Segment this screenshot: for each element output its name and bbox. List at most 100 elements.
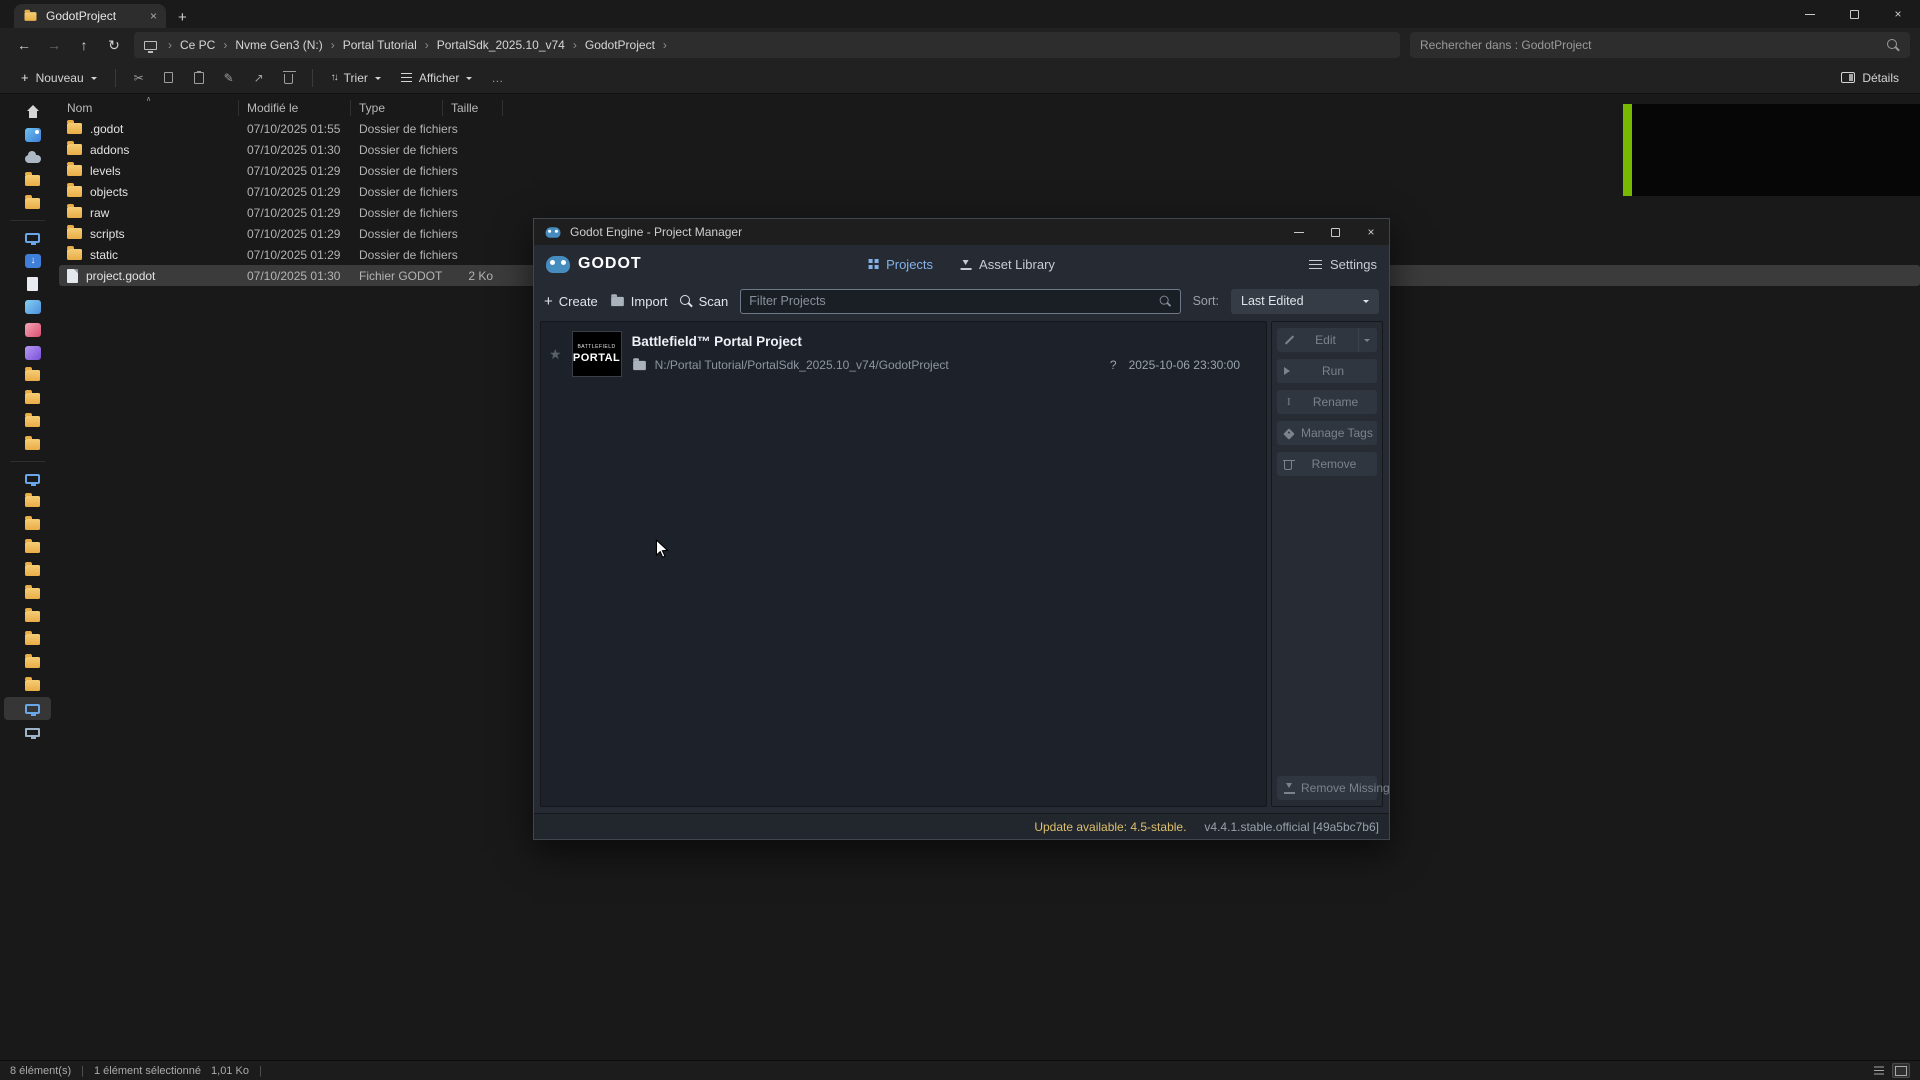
breadcrumb-item[interactable]: Portal Tutorial xyxy=(340,38,420,52)
downloads-icon xyxy=(25,254,41,268)
project-entry[interactable]: ★ BATTLEFIELD PORTAL Battlefield™ Portal… xyxy=(541,322,1266,386)
details-pane-button[interactable]: Détails xyxy=(1832,65,1908,91)
minimize-button[interactable] xyxy=(1788,0,1832,28)
sidebar-item-pictures[interactable] xyxy=(4,295,51,318)
view-button[interactable]: Afficher xyxy=(392,65,481,91)
sidebar-item-folder[interactable] xyxy=(4,513,51,536)
sidebar-item-folder[interactable] xyxy=(4,582,51,605)
godot-title-bar[interactable]: Godot Engine - Project Manager × xyxy=(534,219,1389,245)
tab-asset-library[interactable]: Asset Library xyxy=(961,257,1055,272)
cut-button[interactable]: ✂ xyxy=(125,65,153,91)
sort-dropdown[interactable]: Last Edited xyxy=(1231,289,1379,314)
sidebar-item-music[interactable] xyxy=(4,318,51,341)
explorer-search-input[interactable] xyxy=(1420,38,1879,52)
sidebar-item-onedrive[interactable] xyxy=(4,146,51,169)
godot-minimize-button[interactable] xyxy=(1281,219,1317,245)
sidebar-item-videos[interactable] xyxy=(4,341,51,364)
sidebar-item-desktop[interactable] xyxy=(4,226,51,249)
sidebar-item-folder[interactable] xyxy=(4,674,51,697)
sidebar-item-folder[interactable] xyxy=(4,536,51,559)
run-button[interactable]: Run xyxy=(1277,359,1377,383)
copy-button[interactable] xyxy=(155,65,183,91)
sidebar-item-downloads[interactable] xyxy=(4,249,51,272)
remove-button[interactable]: Remove xyxy=(1277,452,1377,476)
sidebar-item-folder[interactable] xyxy=(4,651,51,674)
sidebar-item-folder[interactable] xyxy=(4,192,51,215)
project-path: N:/Portal Tutorial/PortalSdk_2025.10_v74… xyxy=(655,358,949,372)
close-button[interactable]: × xyxy=(1876,0,1920,28)
sidebar-item-folder[interactable] xyxy=(4,628,51,651)
filter-projects-box[interactable] xyxy=(740,289,1180,314)
sidebar-item-folder[interactable] xyxy=(4,605,51,628)
sidebar-item-folder[interactable] xyxy=(4,559,51,582)
create-button[interactable]: + Create xyxy=(544,294,598,309)
chevron-down-icon[interactable] xyxy=(1358,328,1370,352)
sidebar-item-desktop[interactable] xyxy=(4,697,51,720)
scan-button[interactable]: Scan xyxy=(680,294,729,309)
share-button[interactable]: ↗ xyxy=(245,65,273,91)
favorite-star-icon[interactable]: ★ xyxy=(549,346,562,363)
sidebar-item-network[interactable] xyxy=(4,720,51,743)
breadcrumb-item[interactable]: Ce PC xyxy=(177,38,218,52)
filter-projects-input[interactable] xyxy=(749,294,1152,308)
godot-maximize-button[interactable] xyxy=(1317,219,1353,245)
list-view-toggle[interactable] xyxy=(1870,1063,1888,1078)
sidebar-item-documents[interactable] xyxy=(4,272,51,295)
sidebar-item-folder[interactable] xyxy=(4,387,51,410)
godot-project-manager-window: Godot Engine - Project Manager × GODOT P… xyxy=(533,218,1390,840)
rename-button[interactable]: ✎ xyxy=(215,65,243,91)
column-header-nom[interactable]: Nom xyxy=(59,100,239,116)
back-button[interactable]: ← xyxy=(10,32,38,58)
column-header-modifi-le[interactable]: Modifié le xyxy=(239,100,351,116)
explorer-tab[interactable]: GodotProject × xyxy=(14,4,166,28)
settings-button[interactable]: Settings xyxy=(1309,257,1377,272)
breadcrumb-item[interactable]: Nvme Gen3 (N:) xyxy=(232,38,325,52)
column-header-type[interactable]: Type xyxy=(351,100,443,116)
breadcrumb-item[interactable]: PortalSdk_2025.10_v74 xyxy=(434,38,568,52)
details-view-toggle[interactable] xyxy=(1892,1063,1910,1078)
edit-button[interactable]: Edit xyxy=(1277,328,1377,352)
tab-close-icon[interactable]: × xyxy=(150,9,157,23)
sidebar-item-folder[interactable] xyxy=(4,490,51,513)
sidebar-item-folder[interactable] xyxy=(4,433,51,456)
sidebar-item-folder[interactable] xyxy=(4,364,51,387)
breadcrumb[interactable]: › Ce PC›Nvme Gen3 (N:)›Portal Tutorial›P… xyxy=(134,32,1400,58)
item-count: 8 élément(s) xyxy=(10,1065,71,1077)
up-button[interactable]: ↑ xyxy=(70,32,98,58)
version-label[interactable]: v4.4.1.stable.official [49a5bc7b6] xyxy=(1204,820,1379,834)
godot-footer: Update available: 4.5-stable. v4.4.1.sta… xyxy=(534,813,1389,839)
sidebar-item-folder[interactable] xyxy=(4,169,51,192)
sidebar-item-pc[interactable] xyxy=(4,467,51,490)
import-button[interactable]: Import xyxy=(610,294,668,309)
paste-button[interactable] xyxy=(185,65,213,91)
sidebar-item-folder[interactable] xyxy=(4,410,51,433)
gallery-icon xyxy=(25,128,41,142)
remove-missing-button[interactable]: Remove Missing xyxy=(1277,776,1377,800)
sort-button[interactable]: ↑↓ Trier xyxy=(322,65,390,91)
onedrive-icon xyxy=(25,155,41,163)
refresh-button[interactable]: ↻ xyxy=(100,32,128,58)
update-available-link[interactable]: Update available: 4.5-stable. xyxy=(1034,820,1186,834)
more-options-button[interactable]: … xyxy=(483,65,511,91)
status-separator: | xyxy=(81,1065,84,1077)
sidebar-separator xyxy=(10,220,45,221)
tab-projects[interactable]: Projects xyxy=(868,257,933,272)
folder-icon xyxy=(25,542,40,553)
sidebar-item-gallery[interactable] xyxy=(4,123,51,146)
breadcrumb-item[interactable]: GodotProject xyxy=(582,38,658,52)
search-icon[interactable] xyxy=(1887,39,1900,52)
folder-icon xyxy=(25,611,40,622)
new-tab-button[interactable]: + xyxy=(178,10,187,25)
rename-button[interactable]: Rename xyxy=(1277,390,1377,414)
explorer-search-box[interactable] xyxy=(1410,32,1910,58)
sidebar-item-home[interactable] xyxy=(4,100,51,123)
new-button[interactable]: + Nouveau xyxy=(12,65,106,91)
delete-button[interactable] xyxy=(275,65,303,91)
manage-tags-button[interactable]: Manage Tags xyxy=(1277,421,1377,445)
godot-close-button[interactable]: × xyxy=(1353,219,1389,245)
maximize-button[interactable] xyxy=(1832,0,1876,28)
sort-value: Last Edited xyxy=(1241,294,1304,308)
forward-button[interactable]: → xyxy=(40,32,68,58)
column-header-taille[interactable]: Taille xyxy=(443,100,503,116)
import-label: Import xyxy=(631,294,668,309)
